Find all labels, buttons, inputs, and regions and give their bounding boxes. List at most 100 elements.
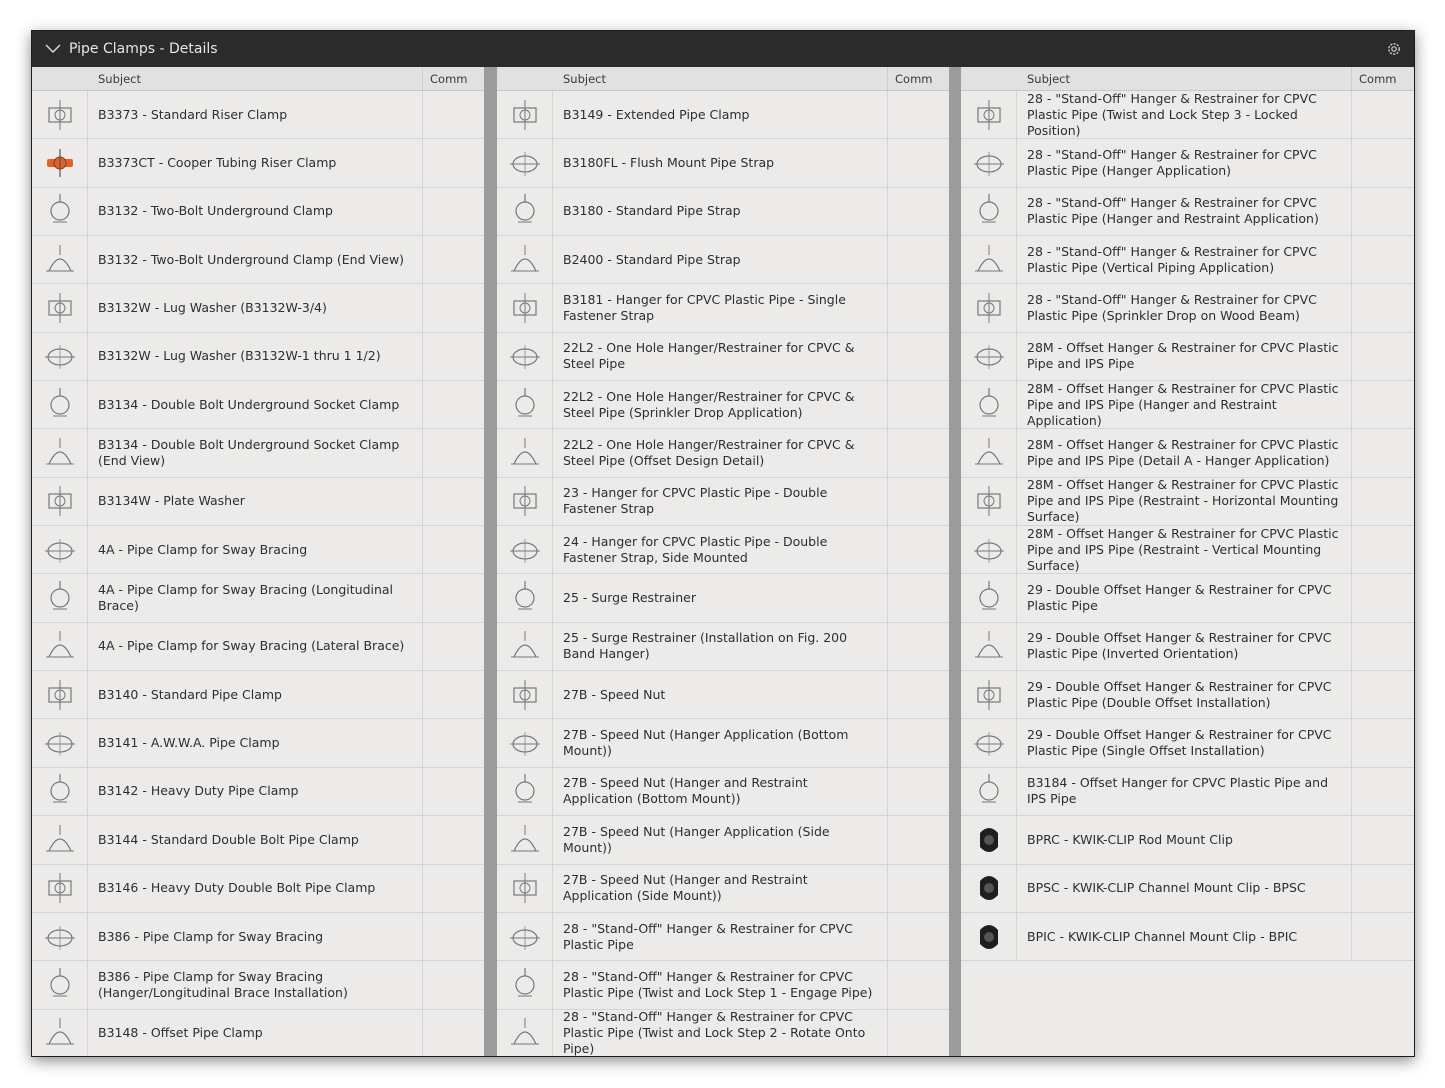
hanger-application-drawing-icon — [973, 152, 1004, 177]
list-item[interactable]: B3134 - Double Bolt Underground Socket C… — [32, 381, 484, 430]
subject-cell: B2400 - Standard Pipe Strap — [563, 251, 741, 267]
list-item[interactable]: B3144 - Standard Double Bolt Pipe Clamp — [32, 816, 484, 865]
list-item[interactable]: B3181 - Hanger for CPVC Plastic Pipe - S… — [497, 284, 949, 333]
gear-icon[interactable] — [1386, 41, 1402, 57]
list-item[interactable]: B3132 - Two-Bolt Underground Clamp — [32, 187, 484, 237]
list-item[interactable]: BPIC - KWIK-CLIP Channel Mount Clip - BP… — [961, 912, 1414, 962]
list-item[interactable]: B3141 - A.W.W.A. Pipe Clamp — [32, 719, 484, 768]
list-item[interactable]: 29 - Double Offset Hanger & Restrainer f… — [961, 671, 1414, 720]
list-item[interactable]: 28 - "Stand-Off" Hanger & Restrainer for… — [497, 1009, 949, 1056]
list-item[interactable]: 28 - "Stand-Off" Hanger & Restrainer for… — [961, 139, 1414, 188]
list-item[interactable]: 4A - Pipe Clamp for Sway Bracing (Longit… — [32, 574, 484, 623]
brace-installation-drawing-icon — [49, 967, 70, 997]
list-item[interactable]: 27B - Speed Nut (Hanger and Restraint Ap… — [497, 864, 949, 913]
rod-application-drawing-icon — [978, 387, 999, 417]
list-item[interactable]: B2400 - Standard Pipe Strap — [497, 236, 949, 285]
comm-cell-divider — [887, 767, 888, 816]
list-item[interactable]: B3132W - Lug Washer (B3132W-3/4) — [32, 284, 484, 333]
list-item[interactable]: B3148 - Offset Pipe Clamp — [32, 1009, 484, 1056]
list-item[interactable]: 28M - Offset Hanger & Restrainer for CPV… — [961, 381, 1414, 430]
list-item[interactable]: 25 - Surge Restrainer (Installation on F… — [497, 622, 949, 672]
comm-cell-divider — [887, 429, 888, 477]
list-item[interactable]: B3134 - Double Bolt Underground Socket C… — [32, 429, 484, 478]
list-item[interactable]: 28 - "Stand-Off" Hanger & Restrainer for… — [961, 236, 1414, 285]
list-item[interactable]: B3146 - Heavy Duty Double Bolt Pipe Clam… — [32, 864, 484, 913]
thumbnail — [497, 332, 553, 381]
subject-cell: 4A - Pipe Clamp for Sway Bracing (Longit… — [98, 582, 394, 614]
list-item[interactable]: B3180 - Standard Pipe Strap — [497, 187, 949, 237]
list-item[interactable]: B3184 - Offset Hanger for CPVC Plastic P… — [961, 767, 1414, 817]
list-item[interactable]: BPRC - KWIK-CLIP Rod Mount Clip — [961, 816, 1414, 865]
list-item[interactable]: 4A - Pipe Clamp for Sway Bracing (Latera… — [32, 622, 484, 672]
list-item[interactable]: 28 - "Stand-Off" Hanger & Restrainer for… — [961, 91, 1414, 140]
comm-cell-divider — [887, 526, 888, 574]
list-item[interactable]: 29 - Double Offset Hanger & Restrainer f… — [961, 622, 1414, 672]
list-item[interactable]: 24 - Hanger for CPVC Plastic Pipe - Doub… — [497, 526, 949, 575]
list-item[interactable]: 28 - "Stand-Off" Hanger & Restrainer for… — [497, 961, 949, 1010]
subject-cell: 25 - Surge Restrainer (Installation on F… — [563, 630, 848, 662]
column-header: Subject Comm — [497, 67, 949, 91]
list-item[interactable]: 27B - Speed Nut — [497, 671, 949, 720]
list-item[interactable]: B3140 - Standard Pipe Clamp — [32, 671, 484, 720]
subject-column-header[interactable]: Subject — [563, 72, 606, 86]
list-item[interactable]: B3180FL - Flush Mount Pipe Strap — [497, 139, 949, 188]
list-item[interactable]: BPSC - KWIK-CLIP Channel Mount Clip - BP… — [961, 864, 1414, 913]
list-item[interactable]: 28M - Offset Hanger & Restrainer for CPV… — [961, 477, 1414, 527]
subject-cell: BPSC - KWIK-CLIP Channel Mount Clip - BP… — [1027, 880, 1306, 896]
list-item[interactable]: 29 - Double Offset Hanger & Restrainer f… — [961, 719, 1414, 768]
list-item[interactable]: 28M - Offset Hanger & Restrainer for CPV… — [961, 525, 1414, 575]
list-item[interactable]: 29 - Double Offset Hanger & Restrainer f… — [961, 574, 1414, 623]
list-item[interactable]: B3373CT - Cooper Tubing Riser Clamp — [32, 139, 484, 188]
list-item[interactable]: B3142 - Heavy Duty Pipe Clamp — [32, 767, 484, 817]
thumbnail — [32, 429, 88, 477]
list-item[interactable]: 4A - Pipe Clamp for Sway Bracing — [32, 526, 484, 575]
comm-cell-divider — [422, 719, 423, 767]
subject-column-header[interactable]: Subject — [98, 72, 141, 86]
list-item[interactable]: B3132 - Two-Bolt Underground Clamp (End … — [32, 236, 484, 285]
extended-clamp-drawing-icon — [512, 99, 537, 130]
plate-washer-drawing-icon — [47, 486, 72, 517]
list-item[interactable]: 22L2 - One Hole Hanger/Restrainer for CP… — [497, 332, 949, 382]
comm-cell-divider — [1351, 719, 1352, 767]
double-offset-hanger-drawing-icon — [978, 581, 999, 610]
list-item[interactable]: B3132W - Lug Washer (B3132W-1 thru 1 1/2… — [32, 332, 484, 382]
subject-column-header[interactable]: Subject — [1027, 72, 1070, 86]
list-item[interactable]: 28 - "Stand-Off" Hanger & Restrainer for… — [961, 284, 1414, 333]
list-item[interactable]: 28M - Offset Hanger & Restrainer for CPV… — [961, 429, 1414, 478]
comm-column-header[interactable]: Comm — [430, 72, 467, 86]
subject-cell: 28 - "Stand-Off" Hanger & Restrainer for… — [1027, 243, 1317, 275]
double-offset-hanger-drawing-icon — [976, 679, 1001, 710]
list-item[interactable]: 25 - Surge Restrainer — [497, 574, 949, 623]
list-item[interactable]: 28 - "Stand-Off" Hanger & Restrainer for… — [961, 187, 1414, 237]
list-item[interactable]: 27B - Speed Nut (Hanger Application (Bot… — [497, 719, 949, 768]
subject-cell: 4A - Pipe Clamp for Sway Bracing (Latera… — [98, 638, 405, 654]
chevron-down-icon[interactable] — [44, 42, 62, 56]
list-item[interactable]: B3134W - Plate Washer — [32, 477, 484, 527]
stand-off-hanger-drawing-icon — [510, 1018, 539, 1045]
side-mounted-strap-drawing-icon — [509, 538, 540, 563]
thumbnail — [497, 816, 553, 864]
thumbnail — [32, 236, 88, 284]
list-item[interactable]: 23 - Hanger for CPVC Plastic Pipe - Doub… — [497, 477, 949, 527]
list-item[interactable]: B3149 - Extended Pipe Clamp — [497, 91, 949, 140]
rod-application-drawing-icon — [509, 732, 540, 757]
list-item[interactable]: B386 - Pipe Clamp for Sway Bracing — [32, 912, 484, 962]
subject-cell: 28M - Offset Hanger & Restrainer for CPV… — [1027, 525, 1339, 573]
comm-column-header[interactable]: Comm — [1359, 72, 1396, 86]
comm-cell-divider — [1351, 477, 1352, 526]
list-item[interactable]: B3373 - Standard Riser Clamp — [32, 91, 484, 140]
thumbnail — [961, 912, 1017, 961]
list-item[interactable]: 28 - "Stand-Off" Hanger & Restrainer for… — [497, 912, 949, 962]
comm-cell-divider — [1351, 91, 1352, 139]
comm-cell-divider — [887, 622, 888, 671]
list-item[interactable]: 28M - Offset Hanger & Restrainer for CPV… — [961, 332, 1414, 382]
list-item[interactable]: B386 - Pipe Clamp for Sway Bracing (Hang… — [32, 961, 484, 1010]
comm-cell-divider — [887, 912, 888, 961]
comm-column-header[interactable]: Comm — [895, 72, 932, 86]
thumbnail — [32, 574, 88, 622]
thumbnail — [32, 477, 88, 526]
list-item[interactable]: 22L2 - One Hole Hanger/Restrainer for CP… — [497, 381, 949, 430]
list-item[interactable]: 27B - Speed Nut (Hanger Application (Sid… — [497, 816, 949, 865]
list-item[interactable]: 27B - Speed Nut (Hanger and Restraint Ap… — [497, 767, 949, 817]
list-item[interactable]: 22L2 - One Hole Hanger/Restrainer for CP… — [497, 429, 949, 478]
